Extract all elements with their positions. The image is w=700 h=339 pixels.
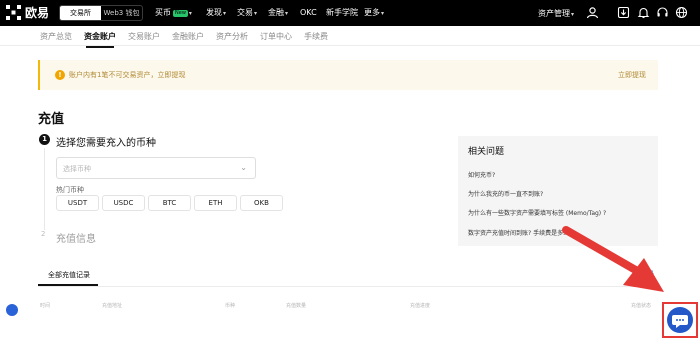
tab-asset-analysis[interactable]: 资产分析	[216, 31, 248, 42]
step-number: 2	[41, 230, 46, 238]
nav-item-buy-crypto[interactable]: 买币 New ▾	[155, 8, 192, 19]
page-title: 充值	[38, 112, 65, 127]
column-header-address: 充值地址	[102, 303, 123, 309]
notification-bell-icon[interactable]	[637, 6, 650, 19]
nav-item-label: 交易	[237, 8, 253, 17]
faq-panel: 相关问题 如何充币? 为什么我充的币一直不到账? 为什么有一些数字资产需要填写标…	[458, 136, 658, 246]
step-title: 充值信息	[56, 234, 96, 245]
divider	[38, 286, 658, 287]
chevron-down-icon: ▾	[285, 10, 289, 17]
faq-link[interactable]: 数字资产充值时间到账? 手续费是多少?	[468, 228, 572, 237]
tab-asset-overview[interactable]: 资产总览	[40, 31, 72, 42]
column-header-status: 充值状态	[631, 303, 652, 309]
user-icon[interactable]	[586, 6, 599, 19]
floating-assistant-button[interactable]	[6, 304, 18, 316]
tab-funding-account[interactable]: 资金账户	[84, 31, 116, 48]
nav-item-more[interactable]: 更多▾	[364, 8, 384, 19]
faq-link[interactable]: 如何充币?	[468, 170, 495, 179]
notice-text: 账户内有1笔不可交易资产，立即提现	[69, 71, 186, 79]
coin-chip-eth[interactable]: ETH	[194, 195, 237, 211]
chevron-down-icon: ▾	[571, 11, 575, 18]
nav-item-label: 金融	[268, 8, 284, 17]
nav-item-label: 发现	[206, 8, 222, 17]
coin-select-placeholder: 选择币种	[63, 165, 91, 173]
tab-trading-account[interactable]: 交易账户	[128, 31, 160, 42]
okx-logo-icon	[6, 5, 21, 20]
asset-management-menu[interactable]: 资产管理▾	[538, 8, 574, 19]
nav-item-label: 新手学院	[326, 8, 358, 17]
nav-item-academy[interactable]: 新手学院	[326, 8, 358, 18]
tab-fees[interactable]: 手续费	[304, 31, 328, 42]
deposit-page: 欧易 交易所 Web3 钱包 买币 New ▾ 发现▾ 交易▾ 金融▾ OKC 新手…	[0, 0, 700, 339]
step-title: 选择您需要充入的币种	[56, 138, 156, 149]
coin-chip-usdc[interactable]: USDC	[102, 195, 145, 211]
column-header-amount: 充值数量	[286, 303, 307, 309]
nav-item-label: OKC	[300, 8, 317, 17]
top-navigation-bar: 欧易 交易所 Web3 钱包 买币 New ▾ 发现▾ 交易▾ 金融▾ OKC 新手…	[0, 0, 700, 26]
chevron-down-icon: ▾	[381, 10, 385, 17]
exchange-mode-button[interactable]: 交易所	[60, 6, 101, 20]
chevron-down-icon: ▾	[223, 10, 227, 17]
nav-item-label: 买币	[155, 8, 171, 17]
support-headset-icon[interactable]	[656, 6, 669, 19]
nav-item-okc[interactable]: OKC	[300, 8, 317, 18]
faq-link[interactable]: 为什么我充的币一直不到账?	[468, 189, 543, 198]
coin-chip-usdt[interactable]: USDT	[56, 195, 99, 211]
tab-finance-account[interactable]: 金融账户	[172, 31, 204, 42]
nav-item-discover[interactable]: 发现▾	[206, 8, 226, 19]
tab-order-center[interactable]: 订单中心	[260, 31, 292, 42]
nav-item-finance[interactable]: 金融▾	[268, 8, 288, 19]
tab-all-deposit-records[interactable]: 全部充值记录	[48, 270, 90, 280]
language-globe-icon[interactable]	[675, 6, 688, 19]
nav-item-trade[interactable]: 交易▾	[237, 8, 257, 19]
exchange-web3-switch[interactable]: 交易所 Web3 钱包	[59, 5, 143, 21]
coin-chip-okb[interactable]: OKB	[240, 195, 283, 211]
account-subnav: 资产总览 资金账户 交易账户 金融账户 资产分析 订单中心 手续费	[0, 26, 700, 48]
records-link[interactable]: 记录	[640, 269, 654, 279]
asset-management-label: 资产管理	[538, 9, 570, 18]
column-header-progress: 充值进度	[410, 303, 431, 309]
warning-icon: !	[55, 70, 65, 80]
coin-select[interactable]: 选择币种 ⌄	[56, 157, 256, 179]
nav-item-label: 更多	[364, 8, 380, 17]
chevron-down-icon: ▾	[254, 10, 258, 17]
live-chat-button[interactable]	[667, 307, 693, 333]
chat-bubble-icon	[672, 315, 688, 328]
withdraw-now-link[interactable]: 立即提现	[618, 70, 646, 80]
new-badge: New	[173, 10, 188, 17]
faq-title: 相关问题	[468, 147, 505, 157]
chevron-down-icon: ▾	[188, 10, 192, 17]
coin-chip-btc[interactable]: BTC	[148, 195, 191, 211]
web3-wallet-button[interactable]: Web3 钱包	[101, 6, 142, 20]
hot-coins-label: 热门币种	[56, 186, 84, 194]
column-header-time: 时间	[40, 303, 51, 309]
download-app-icon[interactable]	[617, 6, 630, 19]
step-connector	[44, 148, 45, 230]
column-header-coin: 币种	[225, 303, 236, 309]
step-number: 1	[39, 134, 50, 145]
notice-banner: ! 账户内有1笔不可交易资产，立即提现 立即提现	[38, 60, 658, 90]
brand-logo[interactable]: 欧易	[5, 4, 49, 21]
chevron-down-icon: ⌄	[240, 163, 247, 172]
brand-name: 欧易	[25, 6, 50, 20]
faq-link[interactable]: 为什么有一些数字资产需要填写标签 (Memo/Tag) ?	[468, 208, 606, 217]
